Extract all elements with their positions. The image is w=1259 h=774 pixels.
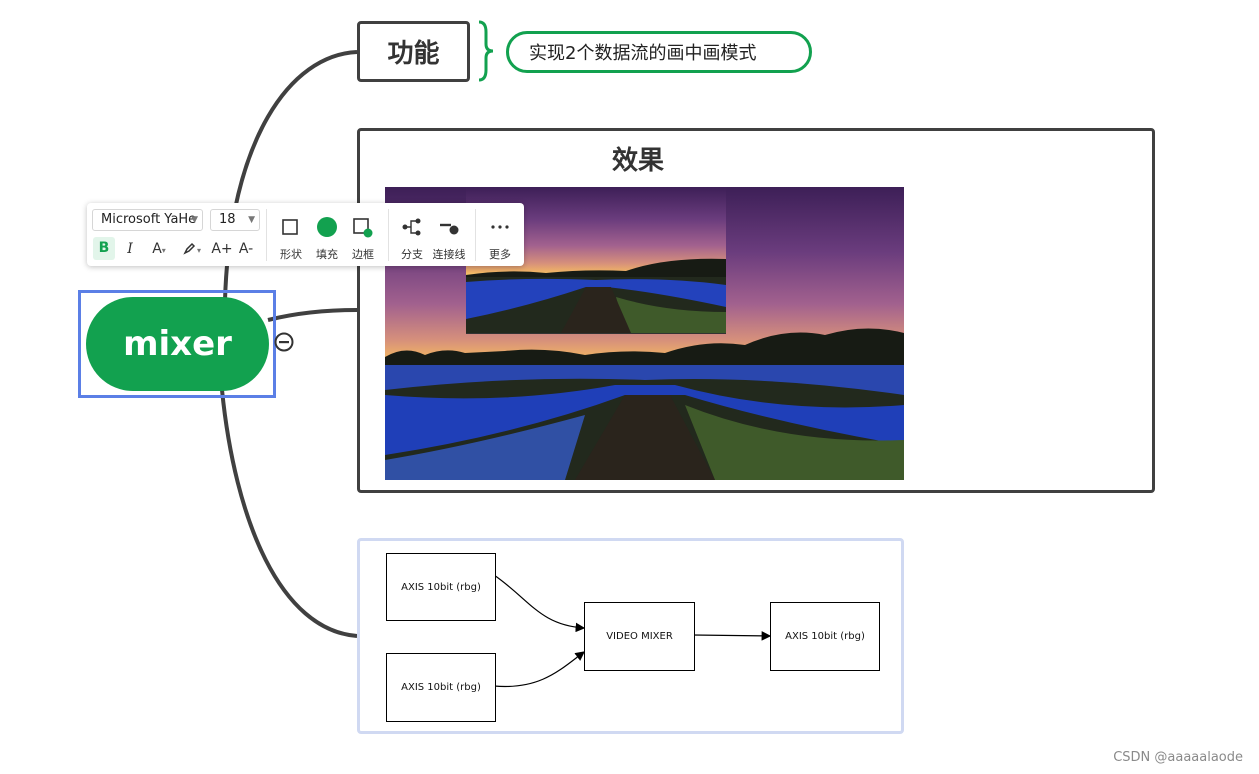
diagram-input-1-label: AXIS 10bit (rbg)	[401, 581, 481, 593]
diagram-input-1: AXIS 10bit (rbg)	[386, 553, 496, 621]
diagram-input-2: AXIS 10bit (rbg)	[386, 653, 496, 722]
diagram-video-mixer: VIDEO MIXER	[584, 602, 695, 671]
diagram-input-2-label: AXIS 10bit (rbg)	[401, 682, 481, 693]
watermark: CSDN @aaaaalaode	[1113, 750, 1243, 765]
diagram-output: AXIS 10bit (rbg)	[770, 602, 880, 671]
diagram-video-mixer-label: VIDEO MIXER	[606, 631, 673, 642]
diagram-output-label: AXIS 10bit (rbg)	[785, 631, 865, 642]
